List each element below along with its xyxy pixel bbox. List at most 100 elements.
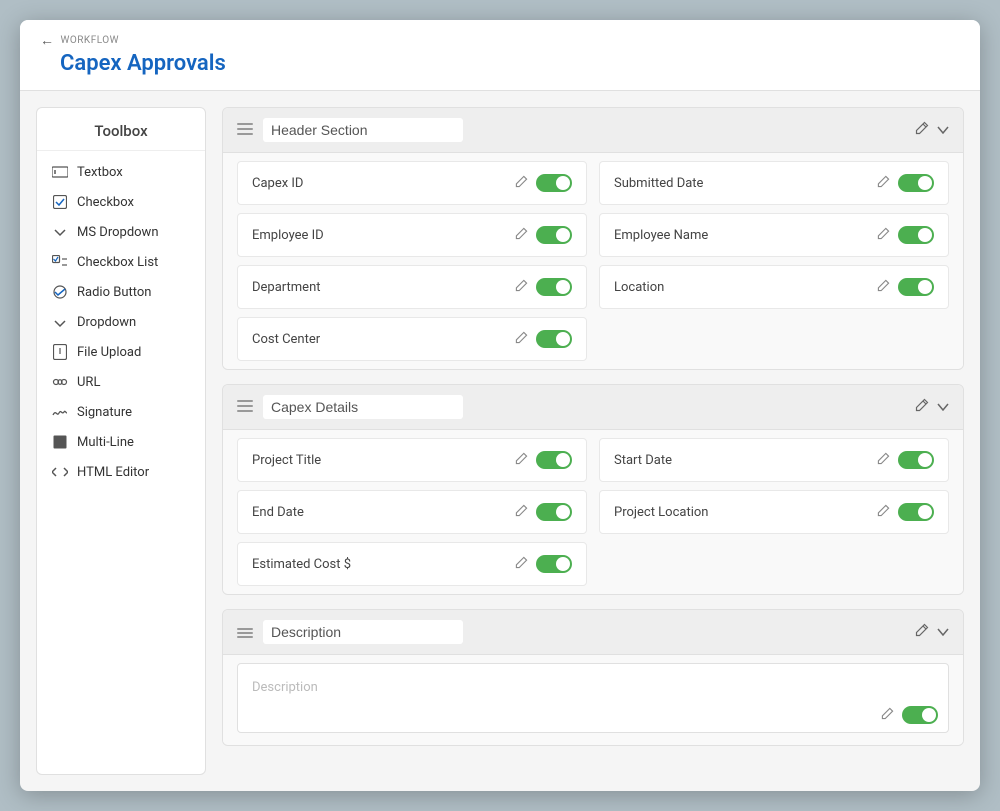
sidebar-item-checkbox[interactable]: Checkbox bbox=[37, 187, 205, 217]
field-edit-icon[interactable] bbox=[515, 331, 528, 348]
field-edit-icon[interactable] bbox=[877, 504, 890, 521]
field-toggle[interactable] bbox=[898, 503, 934, 521]
toolbox-title: Toolbox bbox=[37, 108, 205, 151]
sidebar-item-multi-line[interactable]: Multi-Line bbox=[37, 427, 205, 457]
toolbox-item-label: Dropdown bbox=[77, 315, 136, 330]
field-toggle[interactable] bbox=[536, 226, 572, 244]
sidebar-item-ms-dropdown[interactable]: MS Dropdown bbox=[37, 217, 205, 247]
toolbox-item-label: Signature bbox=[77, 405, 132, 420]
field-row-capex-id: Capex ID bbox=[237, 161, 587, 205]
sidebar-item-checkbox-list[interactable]: Checkbox List bbox=[37, 247, 205, 277]
description-section-header bbox=[223, 610, 963, 655]
sidebar-item-signature[interactable]: Signature bbox=[37, 397, 205, 427]
capex-details-section-card: Project Title Start Date bbox=[222, 384, 964, 595]
description-section-card: Description bbox=[222, 609, 964, 746]
top-bar: ← WORKFLOW Capex Approvals bbox=[20, 20, 980, 91]
field-label: Employee ID bbox=[252, 228, 324, 243]
html-editor-icon bbox=[51, 463, 69, 481]
dropdown-icon bbox=[51, 313, 69, 331]
field-edit-icon[interactable] bbox=[515, 452, 528, 469]
section-actions bbox=[915, 623, 949, 641]
back-button[interactable]: ← bbox=[40, 32, 55, 49]
sidebar-item-dropdown[interactable]: Dropdown bbox=[37, 307, 205, 337]
sidebar-item-html-editor[interactable]: HTML Editor bbox=[37, 457, 205, 487]
toolbox-item-label: Checkbox bbox=[77, 195, 134, 210]
url-icon bbox=[51, 373, 69, 391]
section-actions bbox=[915, 398, 949, 416]
field-toggle[interactable] bbox=[536, 330, 572, 348]
field-edit-icon[interactable] bbox=[877, 227, 890, 244]
field-row-project-title: Project Title bbox=[237, 438, 587, 482]
checkbox-list-icon bbox=[51, 253, 69, 271]
section-edit-button[interactable] bbox=[915, 121, 929, 139]
capex-details-section-header bbox=[223, 385, 963, 430]
capex-details-title-input[interactable] bbox=[263, 395, 463, 419]
field-controls bbox=[877, 451, 934, 469]
field-controls bbox=[515, 555, 572, 573]
app-window: ← WORKFLOW Capex Approvals Toolbox Textb… bbox=[20, 20, 980, 791]
field-edit-icon[interactable] bbox=[515, 556, 528, 573]
toolbox-item-label: Textbox bbox=[77, 165, 123, 180]
section-actions bbox=[915, 121, 949, 139]
description-edit-icon[interactable] bbox=[881, 707, 894, 724]
field-controls bbox=[515, 174, 572, 192]
field-row-estimated-cost: Estimated Cost $ bbox=[237, 542, 587, 586]
page-title: Capex Approvals bbox=[40, 51, 960, 76]
section-collapse-button[interactable] bbox=[937, 624, 949, 640]
field-row-project-location: Project Location bbox=[599, 490, 949, 534]
section-collapse-button[interactable] bbox=[937, 399, 949, 415]
field-controls bbox=[877, 226, 934, 244]
field-row-cost-center: Cost Center bbox=[237, 317, 587, 361]
field-edit-icon[interactable] bbox=[515, 227, 528, 244]
sidebar-item-url[interactable]: URL bbox=[37, 367, 205, 397]
section-collapse-button[interactable] bbox=[937, 122, 949, 138]
sidebar-item-textbox[interactable]: Textbox bbox=[37, 157, 205, 187]
field-edit-icon[interactable] bbox=[515, 504, 528, 521]
drag-icon bbox=[237, 398, 253, 417]
signature-icon bbox=[51, 403, 69, 421]
field-toggle[interactable] bbox=[898, 278, 934, 296]
field-toggle[interactable] bbox=[898, 451, 934, 469]
field-label: Employee Name bbox=[614, 228, 708, 243]
field-label: Cost Center bbox=[252, 332, 320, 347]
radio-icon bbox=[51, 283, 69, 301]
section-edit-button[interactable] bbox=[915, 623, 929, 641]
header-section-title-input[interactable] bbox=[263, 118, 463, 142]
toolbox-item-label: MS Dropdown bbox=[77, 225, 159, 240]
field-toggle[interactable] bbox=[898, 174, 934, 192]
field-label: Department bbox=[252, 280, 321, 295]
field-label: Estimated Cost $ bbox=[252, 557, 351, 572]
description-controls bbox=[881, 700, 938, 724]
field-edit-icon[interactable] bbox=[877, 279, 890, 296]
field-controls bbox=[515, 226, 572, 244]
breadcrumb-row: ← WORKFLOW bbox=[40, 32, 960, 49]
description-title-input[interactable] bbox=[263, 620, 463, 644]
toolbox-item-label: Checkbox List bbox=[77, 255, 158, 270]
field-label: End Date bbox=[252, 505, 304, 520]
field-label: Start Date bbox=[614, 453, 672, 468]
field-toggle[interactable] bbox=[536, 503, 572, 521]
content-area: Capex ID Submitted Date bbox=[222, 107, 964, 775]
field-controls bbox=[515, 330, 572, 348]
field-edit-icon[interactable] bbox=[515, 175, 528, 192]
sidebar-item-file-upload[interactable]: File Upload bbox=[37, 337, 205, 367]
field-toggle[interactable] bbox=[536, 174, 572, 192]
section-edit-button[interactable] bbox=[915, 398, 929, 416]
field-edit-icon[interactable] bbox=[877, 452, 890, 469]
field-toggle[interactable] bbox=[536, 278, 572, 296]
description-toggle[interactable] bbox=[902, 706, 938, 724]
drag-icon bbox=[237, 623, 253, 642]
field-toggle[interactable] bbox=[536, 451, 572, 469]
drag-icon bbox=[237, 121, 253, 140]
sidebar-item-radio-button[interactable]: Radio Button bbox=[37, 277, 205, 307]
field-row-location: Location bbox=[599, 265, 949, 309]
field-toggle[interactable] bbox=[536, 555, 572, 573]
file-upload-icon bbox=[51, 343, 69, 361]
field-toggle[interactable] bbox=[898, 226, 934, 244]
field-controls bbox=[877, 503, 934, 521]
field-row-department: Department bbox=[237, 265, 587, 309]
ms-dropdown-icon bbox=[51, 223, 69, 241]
field-row-employee-name: Employee Name bbox=[599, 213, 949, 257]
field-edit-icon[interactable] bbox=[515, 279, 528, 296]
field-edit-icon[interactable] bbox=[877, 175, 890, 192]
